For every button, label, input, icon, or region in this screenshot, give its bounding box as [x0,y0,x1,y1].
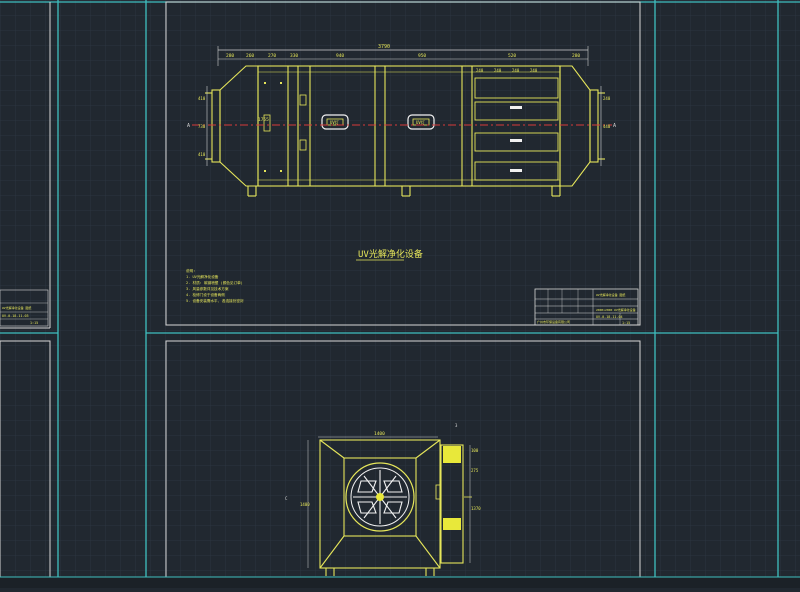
drawing-title: UV光解净化设备 [358,248,423,260]
note-4: 4. 检修门设于设备两侧 [186,292,225,297]
note-0: 说明: [186,268,195,273]
tb-left-line1: UV光解净化设备 图纸 [2,305,31,310]
dim-top-5: 940 [336,53,344,59]
side-right-dim-1: 100 [471,448,479,453]
side-width-dim: 1400 [374,431,385,437]
filter-label: 1755 [258,117,269,123]
uv-lamp-a-label: UV灯 [330,119,339,125]
dim-drawer-3: 240 [512,68,520,73]
side-right-dim-2: 275 [471,468,479,473]
dim-drawer-4: 240 [530,68,538,73]
dim-top-4: 330 [290,53,298,59]
tb-left-scale: 1:15 [30,321,38,325]
dim-top-2: 260 [246,53,254,59]
cad-viewport[interactable]: 3790 280 260 270 330 940 950 520 280 175… [0,0,800,588]
bottom-strip [0,577,800,588]
dim-top-8: 280 [572,53,580,59]
dim-right-2: 440 [603,124,611,129]
section-label-a-right: A [613,123,616,129]
tb-left-code: UV-0-18-11-03 [2,314,29,318]
dim-top-1: 280 [226,53,234,59]
fan-hub [376,493,384,501]
section-label-a-left: A [187,123,190,129]
side-height-dim: 1400 [300,502,310,507]
note-1: 1. UV光解净化设备 [186,274,219,279]
dim-top-3: 270 [268,53,276,59]
note-2: 2. 材质: 碳钢喷塑 (颜色见订单) [186,280,243,285]
tb-right-project: UV光解净化设备 图纸 [596,292,625,297]
dim-left-1: 410 [198,96,206,101]
dim-right-1: 240 [603,96,611,101]
dim-drawer-1: 240 [476,68,484,73]
dim-top-7: 520 [508,53,516,59]
side-right-dim-3: 1370 [471,506,481,511]
uv-lamp-b-label: UV灯 [416,119,425,125]
side-panel-block-bottom [443,518,461,530]
tb-right-company: 广州市环保设备有限公司 [537,319,570,324]
tb-right-ratio: 2000×2000 UV光解净化设备 [596,307,636,312]
note-3: 3. 风量参数详见技术方案 [186,286,229,291]
overall-dim: 3790 [378,44,390,50]
dim-top-6: 950 [418,53,426,59]
tb-right-code: UV-0-18-11-04 [596,315,623,319]
tb-right-scale: 1:15 [622,321,630,325]
side-panel-block-top [443,446,461,463]
dim-left-2: 730 [198,124,206,129]
dim-left-3: 410 [198,152,206,157]
dim-drawer-2: 240 [494,68,502,73]
drawing-grid [0,0,800,588]
note-5: 5. 设备安装需水平, 各连接处密封 [186,298,244,303]
